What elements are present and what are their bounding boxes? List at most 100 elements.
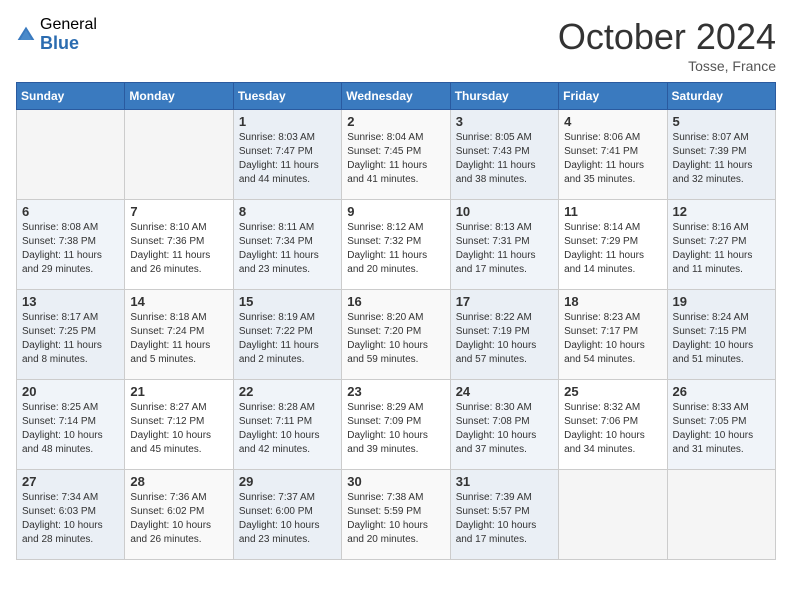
day-info: Sunrise: 8:07 AMSunset: 7:39 PMDaylight:… <box>673 131 770 187</box>
week-row-5: 27 Sunrise: 7:34 AMSunset: 6:03 PMDayligh… <box>17 470 776 560</box>
calendar-cell: 16Sunrise: 8:20 AMSunset: 7:20 PMDayligh… <box>342 290 450 380</box>
weekday-header-friday: Friday <box>559 83 667 110</box>
day-number: 19 <box>673 294 770 309</box>
calendar-cell: 18 Sunrise: 8:23 AMSunset: 7:17 PMDayligh… <box>559 290 667 380</box>
day-number: 18 <box>564 294 661 309</box>
day-info: Sunrise: 8:12 AMSunset: 7:32 PMDaylight:… <box>347 221 444 277</box>
day-info: Sunrise: 8:03 AMSunset: 7:47 PMDaylight:… <box>239 131 336 187</box>
calendar-cell: 27 Sunrise: 7:34 AMSunset: 6:03 PMDayligh… <box>17 470 125 560</box>
calendar-cell: 3Sunrise: 8:05 AMSunset: 7:43 PMDaylight… <box>450 110 558 200</box>
calendar-cell: 21 Sunrise: 8:27 AMSunset: 7:12 PMDayligh… <box>125 380 233 470</box>
day-info: Sunrise: 8:33 AMSunset: 7:05 PMDaylight:… <box>673 401 770 457</box>
calendar-cell: 10 Sunrise: 8:13 AMSunset: 7:31 PMDayligh… <box>450 200 558 290</box>
day-number: 24 <box>456 384 553 399</box>
day-number: 23 <box>347 384 444 399</box>
day-number: 1 <box>239 114 336 129</box>
logo-text: General Blue <box>40 16 97 53</box>
day-info: Sunrise: 7:38 AMSunset: 5:59 PMDaylight:… <box>347 491 444 547</box>
calendar-cell: 7Sunrise: 8:10 AMSunset: 7:36 PMDaylight… <box>125 200 233 290</box>
weekday-header-monday: Monday <box>125 83 233 110</box>
calendar-cell: 13 Sunrise: 8:17 AMSunset: 7:25 PMDayligh… <box>17 290 125 380</box>
calendar-cell: 30 Sunrise: 7:38 AMSunset: 5:59 PMDayligh… <box>342 470 450 560</box>
day-info: Sunrise: 8:11 AMSunset: 7:34 PMDaylight:… <box>239 221 336 277</box>
day-number: 27 <box>22 474 119 489</box>
weekday-header-sunday: Sunday <box>17 83 125 110</box>
calendar-cell: 17 Sunrise: 8:22 AMSunset: 7:19 PMDayligh… <box>450 290 558 380</box>
day-info: Sunrise: 8:06 AMSunset: 7:41 PMDaylight:… <box>564 131 661 187</box>
calendar-cell: 4 Sunrise: 8:06 AMSunset: 7:41 PMDaylight… <box>559 110 667 200</box>
day-info: Sunrise: 7:39 AMSunset: 5:57 PMDaylight:… <box>456 491 553 547</box>
weekday-header-wednesday: Wednesday <box>342 83 450 110</box>
day-info: Sunrise: 8:23 AMSunset: 7:17 PMDaylight:… <box>564 311 661 367</box>
day-number: 28 <box>130 474 227 489</box>
calendar-cell: 28Sunrise: 7:36 AMSunset: 6:02 PMDayligh… <box>125 470 233 560</box>
calendar-table: SundayMondayTuesdayWednesdayThursdayFrid… <box>16 82 776 560</box>
day-number: 21 <box>130 384 227 399</box>
calendar-header: SundayMondayTuesdayWednesdayThursdayFrid… <box>17 83 776 110</box>
day-number: 13 <box>22 294 119 309</box>
day-info: Sunrise: 8:04 AMSunset: 7:45 PMDaylight:… <box>347 131 444 187</box>
day-number: 14 <box>130 294 227 309</box>
day-number: 6 <box>22 204 119 219</box>
day-number: 8 <box>239 204 336 219</box>
logo: General Blue <box>16 16 97 53</box>
day-info: Sunrise: 7:37 AMSunset: 6:00 PMDaylight:… <box>239 491 336 547</box>
day-number: 2 <box>347 114 444 129</box>
day-number: 12 <box>673 204 770 219</box>
day-info: Sunrise: 8:08 AMSunset: 7:38 PMDaylight:… <box>22 221 119 277</box>
calendar-cell: 1 Sunrise: 8:03 AMSunset: 7:47 PMDaylight… <box>233 110 341 200</box>
day-info: Sunrise: 8:32 AMSunset: 7:06 PMDaylight:… <box>564 401 661 457</box>
day-info: Sunrise: 8:22 AMSunset: 7:19 PMDaylight:… <box>456 311 553 367</box>
day-info: Sunrise: 8:25 AMSunset: 7:14 PMDaylight:… <box>22 401 119 457</box>
page-header: General Blue October 2024 Tosse, France <box>16 16 776 74</box>
day-info: Sunrise: 8:29 AMSunset: 7:09 PMDaylight:… <box>347 401 444 457</box>
weekday-header-thursday: Thursday <box>450 83 558 110</box>
calendar-cell: 19 Sunrise: 8:24 AMSunset: 7:15 PMDayligh… <box>667 290 775 380</box>
calendar-cell: 15 Sunrise: 8:19 AMSunset: 7:22 PMDayligh… <box>233 290 341 380</box>
calendar-cell: 20 Sunrise: 8:25 AMSunset: 7:14 PMDayligh… <box>17 380 125 470</box>
calendar-cell: 2 Sunrise: 8:04 AMSunset: 7:45 PMDaylight… <box>342 110 450 200</box>
day-info: Sunrise: 8:24 AMSunset: 7:15 PMDaylight:… <box>673 311 770 367</box>
day-number: 20 <box>22 384 119 399</box>
calendar-cell: 5 Sunrise: 8:07 AMSunset: 7:39 PMDaylight… <box>667 110 775 200</box>
calendar-cell: 23 Sunrise: 8:29 AMSunset: 7:09 PMDayligh… <box>342 380 450 470</box>
week-row-2: 6 Sunrise: 8:08 AMSunset: 7:38 PMDaylight… <box>17 200 776 290</box>
day-info: Sunrise: 8:10 AMSunset: 7:36 PMDaylight:… <box>130 221 227 277</box>
day-info: Sunrise: 8:30 AMSunset: 7:08 PMDaylight:… <box>456 401 553 457</box>
day-info: Sunrise: 8:27 AMSunset: 7:12 PMDaylight:… <box>130 401 227 457</box>
day-number: 11 <box>564 204 661 219</box>
day-info: Sunrise: 8:05 AMSunset: 7:43 PMDaylight:… <box>456 131 553 187</box>
day-number: 10 <box>456 204 553 219</box>
day-number: 9 <box>347 204 444 219</box>
logo-general: General <box>40 16 97 34</box>
day-number: 5 <box>673 114 770 129</box>
weekday-header-saturday: Saturday <box>667 83 775 110</box>
day-info: Sunrise: 8:13 AMSunset: 7:31 PMDaylight:… <box>456 221 553 277</box>
weekday-header-tuesday: Tuesday <box>233 83 341 110</box>
day-info: Sunrise: 7:34 AMSunset: 6:03 PMDaylight:… <box>22 491 119 547</box>
day-number: 30 <box>347 474 444 489</box>
day-info: Sunrise: 8:14 AMSunset: 7:29 PMDaylight:… <box>564 221 661 277</box>
day-info: Sunrise: 8:17 AMSunset: 7:25 PMDaylight:… <box>22 311 119 367</box>
day-info: Sunrise: 8:19 AMSunset: 7:22 PMDaylight:… <box>239 311 336 367</box>
day-number: 15 <box>239 294 336 309</box>
calendar-cell: 14Sunrise: 8:18 AMSunset: 7:24 PMDayligh… <box>125 290 233 380</box>
day-number: 16 <box>347 294 444 309</box>
calendar-cell: 22 Sunrise: 8:28 AMSunset: 7:11 PMDayligh… <box>233 380 341 470</box>
calendar-cell: 25Sunrise: 8:32 AMSunset: 7:06 PMDayligh… <box>559 380 667 470</box>
calendar-cell: 24 Sunrise: 8:30 AMSunset: 7:08 PMDayligh… <box>450 380 558 470</box>
logo-icon <box>16 25 36 45</box>
title-block: October 2024 Tosse, France <box>558 16 776 74</box>
calendar-cell <box>667 470 775 560</box>
day-number: 4 <box>564 114 661 129</box>
calendar-cell: 6 Sunrise: 8:08 AMSunset: 7:38 PMDaylight… <box>17 200 125 290</box>
calendar-body: 1 Sunrise: 8:03 AMSunset: 7:47 PMDaylight… <box>17 110 776 560</box>
day-number: 17 <box>456 294 553 309</box>
calendar-cell <box>559 470 667 560</box>
calendar-cell: 11 Sunrise: 8:14 AMSunset: 7:29 PMDayligh… <box>559 200 667 290</box>
calendar-cell <box>17 110 125 200</box>
day-info: Sunrise: 8:28 AMSunset: 7:11 PMDaylight:… <box>239 401 336 457</box>
day-number: 22 <box>239 384 336 399</box>
week-row-3: 13 Sunrise: 8:17 AMSunset: 7:25 PMDayligh… <box>17 290 776 380</box>
calendar-cell: 8 Sunrise: 8:11 AMSunset: 7:34 PMDaylight… <box>233 200 341 290</box>
